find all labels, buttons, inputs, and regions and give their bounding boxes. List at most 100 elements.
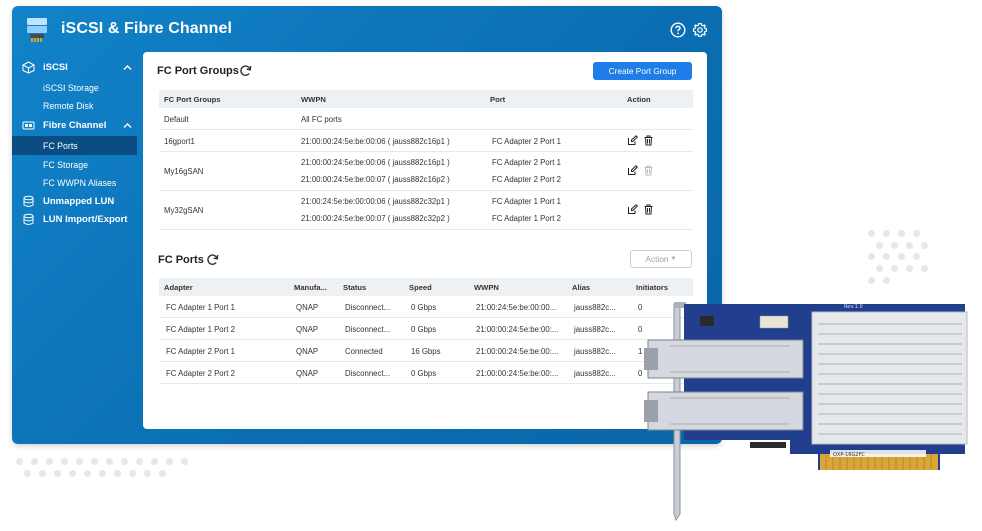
iscsi-app-icon <box>27 18 47 42</box>
database-icon <box>23 213 34 225</box>
table-row[interactable]: 16gport1 21:00:00:24:5e:be:00:06 ( jauss… <box>159 130 693 152</box>
wwpn-value: 21:00:00:24:5e:be:00:06 ( jauss882c16p1 … <box>301 137 450 146</box>
app-header: iSCSI & Fibre Channel <box>12 6 722 52</box>
column-header[interactable]: Action <box>627 95 651 104</box>
fc-port-status: Disconnect... <box>345 325 391 334</box>
port-value: FC Adapter 2 Port 1 <box>492 137 561 146</box>
help-circle-icon[interactable] <box>670 22 686 38</box>
column-header[interactable]: WWPN <box>301 95 326 104</box>
decor-dot <box>166 458 173 465</box>
wwpn-value: 21:00:00:24:5e:be:00:07 ( jauss882c32p2 … <box>301 214 450 223</box>
column-header[interactable]: Manufa... <box>294 283 327 292</box>
sidebar-group-fibre-channel[interactable]: Fibre Channel <box>12 116 137 135</box>
wwpn-value: 21:00:00:24:5e:be:00:06 ( jauss882c16p1 … <box>301 158 450 167</box>
decor-dot <box>128 469 136 477</box>
decor-dot <box>151 458 158 465</box>
sidebar-item-lun-import-export[interactable]: LUN Import/Export <box>12 210 137 229</box>
database-icon <box>23 195 34 207</box>
edit-icon[interactable] <box>627 135 638 146</box>
decor-dot <box>61 458 68 465</box>
fc-port-manufacturer: QNAP <box>296 303 319 312</box>
sidebar-item-label: FC Storage <box>43 159 88 170</box>
decor-dot <box>83 469 91 477</box>
decor-dot <box>76 458 83 465</box>
app-title: iSCSI & Fibre Channel <box>61 20 233 37</box>
decor-dot <box>38 469 46 477</box>
sidebar-group-label: iSCSI <box>43 62 68 73</box>
group-name: Default <box>164 115 189 124</box>
sidebar-item-fc-ports[interactable]: FC Ports <box>12 136 137 155</box>
column-header[interactable]: Port <box>490 95 505 104</box>
column-header[interactable]: Speed <box>409 283 432 292</box>
decor-dot <box>31 458 38 465</box>
table-row[interactable]: FC Adapter 2 Port 1 QNAP Connected 16 Gbps 2… <box>159 340 693 362</box>
sidebar-item-iscsi-storage[interactable]: iSCSI Storage <box>12 78 137 97</box>
sidebar-group-label: Fibre Channel <box>43 120 107 131</box>
fc-port-adapter: FC Adapter 1 Port 1 <box>166 303 235 312</box>
port-groups-title: FC Port Groups <box>157 65 239 77</box>
fc-port-manufacturer: QNAP <box>296 325 319 334</box>
decor-dot <box>113 469 121 477</box>
wwpn-value: All FC ports <box>301 115 342 124</box>
chevron-up-icon[interactable] <box>122 62 133 73</box>
table-row[interactable]: FC Adapter 1 Port 1 QNAP Disconnect... 0 Gb… <box>159 296 693 318</box>
card-rev-label: Rev:1.0 <box>844 304 863 310</box>
sidebar-item-fc-wwpn-aliases[interactable]: FC WWPN Aliases <box>12 173 137 192</box>
decor-dot <box>23 469 31 477</box>
port-value: FC Adapter 1 Port 2 <box>492 214 561 223</box>
fibre-channel-icon <box>22 121 35 130</box>
gear-icon[interactable] <box>692 22 708 38</box>
card-board-label: QXP-16G2FC <box>833 452 865 458</box>
group-name: 16gport1 <box>164 137 195 146</box>
fc-port-alias: jauss882c... <box>574 303 616 312</box>
column-header[interactable]: Adapter <box>164 283 193 292</box>
decor-dot <box>106 458 113 465</box>
sidebar-item-remote-disk[interactable]: Remote Disk <box>12 96 137 115</box>
fc-port-wwpn: 21:00:24:5e:be:00:00... <box>476 303 557 312</box>
table-row[interactable]: Default All FC ports <box>159 108 693 130</box>
fc-port-status: Disconnect... <box>345 303 391 312</box>
fc-port-wwpn: 21:00:00:24:5e:be:00:... <box>476 347 559 356</box>
group-name: My32gSAN <box>164 206 204 215</box>
iscsi-cube-icon <box>22 61 35 74</box>
port-value: FC Adapter 1 Port 1 <box>492 197 561 206</box>
port-value: FC Adapter 2 Port 2 <box>492 175 561 184</box>
fibre-channel-card-image: Rev:1.0 QXP-16G2FC <box>644 302 968 522</box>
trash-icon[interactable] <box>643 135 654 146</box>
fc-port-adapter: FC Adapter 2 Port 2 <box>166 369 235 378</box>
decor-dot <box>158 469 166 477</box>
sidebar-item-label: LUN Import/Export <box>43 214 128 225</box>
trash-icon[interactable] <box>643 204 654 215</box>
column-header[interactable]: Alias <box>572 283 590 292</box>
table-header: FC Port Groups WWPN Port Action <box>159 90 693 108</box>
decor-dot <box>16 458 23 465</box>
column-header[interactable]: WWPN <box>474 283 499 292</box>
sidebar-item-fc-storage[interactable]: FC Storage <box>12 155 137 174</box>
fc-ports-title: FC Ports <box>158 254 204 266</box>
decor-dot <box>143 469 151 477</box>
sidebar-item-label: FC Ports <box>43 140 78 151</box>
port-value: FC Adapter 2 Port 1 <box>492 158 561 167</box>
edit-icon[interactable] <box>627 204 638 215</box>
fc-port-speed: 16 Gbps <box>411 347 441 356</box>
column-header[interactable]: FC Port Groups <box>164 95 221 104</box>
table-row[interactable]: My16gSAN 21:00:00:24:5e:be:00:06 ( jauss… <box>159 152 693 191</box>
column-header[interactable]: Status <box>343 283 366 292</box>
refresh-icon[interactable] <box>206 253 219 266</box>
table-row[interactable]: My32gSAN 21:00:24:5e:be:00:00:06 ( jauss… <box>159 191 693 230</box>
fc-port-speed: 0 Gbps <box>411 325 437 334</box>
chevron-up-icon[interactable] <box>122 120 133 131</box>
wwpn-value: 21:00:24:5e:be:00:00:06 ( jauss882c32p1 … <box>301 197 450 206</box>
refresh-icon[interactable] <box>239 64 252 77</box>
fc-port-alias: jauss882c... <box>574 369 616 378</box>
table-row[interactable]: FC Adapter 1 Port 2 QNAP Disconnect... 0 Gb… <box>159 318 693 340</box>
fc-port-status: Disconnect... <box>345 369 391 378</box>
sidebar-group-iscsi[interactable]: iSCSI <box>12 58 137 77</box>
fc-port-wwpn: 21:00:00:24:5e:be:00:... <box>476 369 559 378</box>
table-row[interactable]: FC Adapter 2 Port 2 QNAP Disconnect... 0 Gb… <box>159 362 693 384</box>
sidebar-item-unmapped-lun[interactable]: Unmapped LUN <box>12 192 137 211</box>
create-port-group-button[interactable]: Create Port Group <box>593 62 692 80</box>
fc-port-alias: jauss882c... <box>574 347 616 356</box>
decor-dot <box>46 458 53 465</box>
edit-icon[interactable] <box>627 165 638 176</box>
